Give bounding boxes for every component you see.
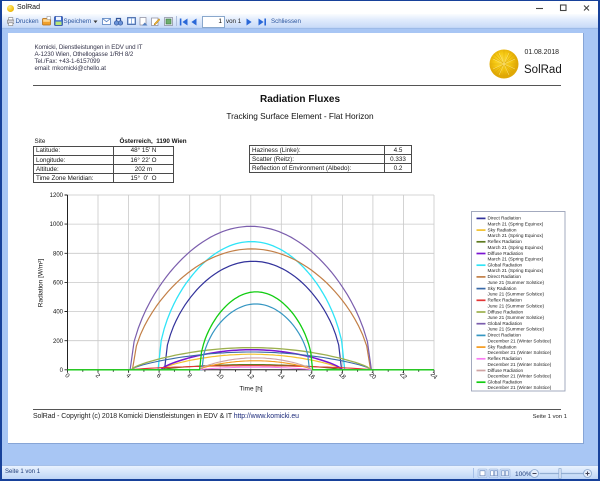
- svg-text:Diffuse Radiation: Diffuse Radiation: [488, 251, 524, 256]
- svg-text:20: 20: [368, 371, 378, 381]
- svg-text:400: 400: [53, 310, 64, 316]
- svg-text:2: 2: [94, 372, 102, 380]
- svg-text:Reflex Radiation: Reflex Radiation: [488, 239, 523, 244]
- svg-text:March 21 (Spring Equinox): March 21 (Spring Equinox): [488, 233, 544, 238]
- svg-text:16: 16: [306, 371, 316, 381]
- svg-text:December 21 (Winter Solstice): December 21 (Winter Solstice): [488, 385, 552, 390]
- svg-text:Direct Radiation: Direct Radiation: [488, 333, 522, 338]
- svg-text:December 21 (Winter Solstice): December 21 (Winter Solstice): [488, 338, 552, 343]
- svg-text:March 21 (Spring Equinox): March 21 (Spring Equinox): [488, 245, 544, 250]
- svg-text:Time [h]: Time [h]: [239, 386, 262, 393]
- svg-text:24: 24: [429, 371, 439, 381]
- svg-text:Sky Radiation: Sky Radiation: [488, 227, 517, 232]
- svg-text:June 21 (Summer Solstice): June 21 (Summer Solstice): [488, 327, 545, 332]
- svg-text:December 21 (Winter Solstice): December 21 (Winter Solstice): [488, 350, 552, 355]
- svg-text:December 21 (Winter Solstice): December 21 (Winter Solstice): [488, 374, 552, 379]
- svg-text:14: 14: [276, 371, 286, 381]
- svg-text:1200: 1200: [50, 193, 64, 199]
- svg-text:Sky Radiation: Sky Radiation: [488, 344, 517, 349]
- svg-text:Reflex Radiation: Reflex Radiation: [488, 298, 523, 303]
- svg-text:8: 8: [186, 372, 194, 380]
- svg-text:June 21 (Summer Solstice): June 21 (Summer Solstice): [488, 280, 545, 285]
- svg-text:Reflex Radiation: Reflex Radiation: [488, 356, 523, 361]
- svg-text:18: 18: [337, 371, 347, 381]
- svg-text:100%: 100%: [515, 471, 532, 478]
- svg-text:Direct Radiation: Direct Radiation: [488, 274, 522, 279]
- svg-text:800: 800: [53, 251, 64, 257]
- svg-text:200: 200: [53, 339, 64, 345]
- svg-text:June 21 (Summer Solstice): June 21 (Summer Solstice): [488, 292, 545, 297]
- svg-text:Diffuse Radiation: Diffuse Radiation: [488, 368, 524, 373]
- svg-text:1000: 1000: [50, 222, 64, 228]
- svg-text:March 21 (Spring Equinox): March 21 (Spring Equinox): [488, 257, 544, 262]
- svg-text:22: 22: [398, 371, 408, 381]
- svg-text:December 21 (Winter Solstice): December 21 (Winter Solstice): [488, 362, 552, 367]
- svg-text:March 21 (Spring Equinox): March 21 (Spring Equinox): [488, 268, 544, 273]
- svg-text:Global Radiation: Global Radiation: [488, 263, 523, 268]
- svg-text:10: 10: [215, 371, 225, 381]
- svg-text:Diffuse Radiation: Diffuse Radiation: [488, 309, 524, 314]
- svg-text:4: 4: [124, 372, 132, 380]
- svg-text:600: 600: [53, 281, 64, 287]
- svg-text:6: 6: [155, 372, 163, 380]
- svg-text:June 21 (Summer Solstice): June 21 (Summer Solstice): [488, 303, 545, 308]
- svg-text:Direct Radiation: Direct Radiation: [488, 216, 522, 221]
- svg-text:Sky Radiation: Sky Radiation: [488, 286, 517, 291]
- svg-text:12: 12: [245, 371, 255, 381]
- svg-text:Global Radiation: Global Radiation: [488, 321, 523, 326]
- svg-text:Radiation [W/m²]: Radiation [W/m²]: [38, 259, 45, 308]
- svg-text:0: 0: [63, 372, 71, 380]
- svg-text:March 21 (Spring Equinox): March 21 (Spring Equinox): [488, 221, 544, 226]
- svg-text:0: 0: [60, 368, 64, 374]
- svg-text:Global Radiation: Global Radiation: [488, 380, 523, 385]
- svg-text:June 21 (Summer Solstice): June 21 (Summer Solstice): [488, 315, 545, 320]
